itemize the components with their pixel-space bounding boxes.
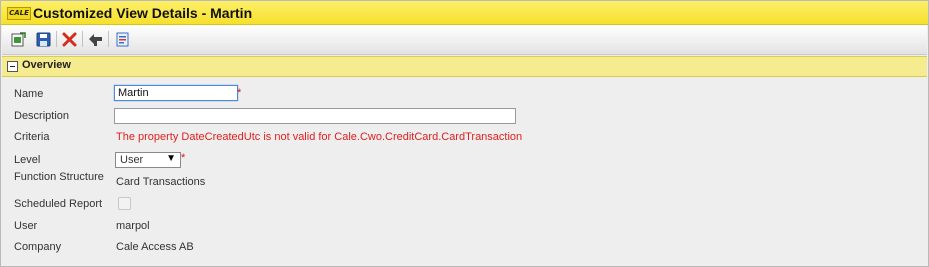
- required-mark: *: [181, 152, 186, 164]
- user-value: marpol: [116, 220, 150, 232]
- description-label: Description: [14, 110, 70, 122]
- overview-section-header[interactable]: Overview: [2, 56, 927, 77]
- company-value: Cale Access AB: [116, 241, 194, 253]
- section-title: Overview: [22, 59, 71, 71]
- details-window: CALE Customized View Details - Martin Ov…: [0, 0, 929, 267]
- level-selected-value: User: [120, 154, 144, 166]
- toolbar: [2, 25, 927, 55]
- company-label: Company: [14, 241, 62, 253]
- new-icon[interactable]: [10, 31, 26, 47]
- delete-icon[interactable]: [61, 31, 77, 47]
- report-icon[interactable]: [114, 31, 130, 47]
- dropdown-arrow-icon[interactable]: ▼: [166, 153, 176, 164]
- name-field[interactable]: [114, 85, 238, 101]
- required-mark: *: [237, 87, 242, 99]
- back-icon[interactable]: [87, 31, 103, 47]
- criteria-error-message: The property DateCreatedUtc is not valid…: [116, 131, 523, 143]
- page-title: Customized View Details - Martin: [33, 5, 253, 21]
- user-label: User: [14, 220, 38, 232]
- collapse-icon[interactable]: [7, 61, 18, 72]
- title-bar: CALE Customized View Details - Martin: [1, 1, 928, 25]
- criteria-label: Criteria: [14, 131, 50, 143]
- name-label: Name: [14, 88, 44, 100]
- function-structure-label: Function Structure: [14, 171, 104, 183]
- save-icon[interactable]: [35, 31, 51, 47]
- level-label: Level: [14, 154, 41, 166]
- level-select[interactable]: User ▼: [115, 152, 181, 168]
- description-field[interactable]: [114, 108, 516, 124]
- function-structure-value: Card Transactions: [116, 176, 206, 188]
- scheduled-report-label: Scheduled Report: [14, 198, 103, 210]
- cale-logo: CALE: [7, 7, 31, 20]
- scheduled-report-checkbox[interactable]: [118, 197, 131, 210]
